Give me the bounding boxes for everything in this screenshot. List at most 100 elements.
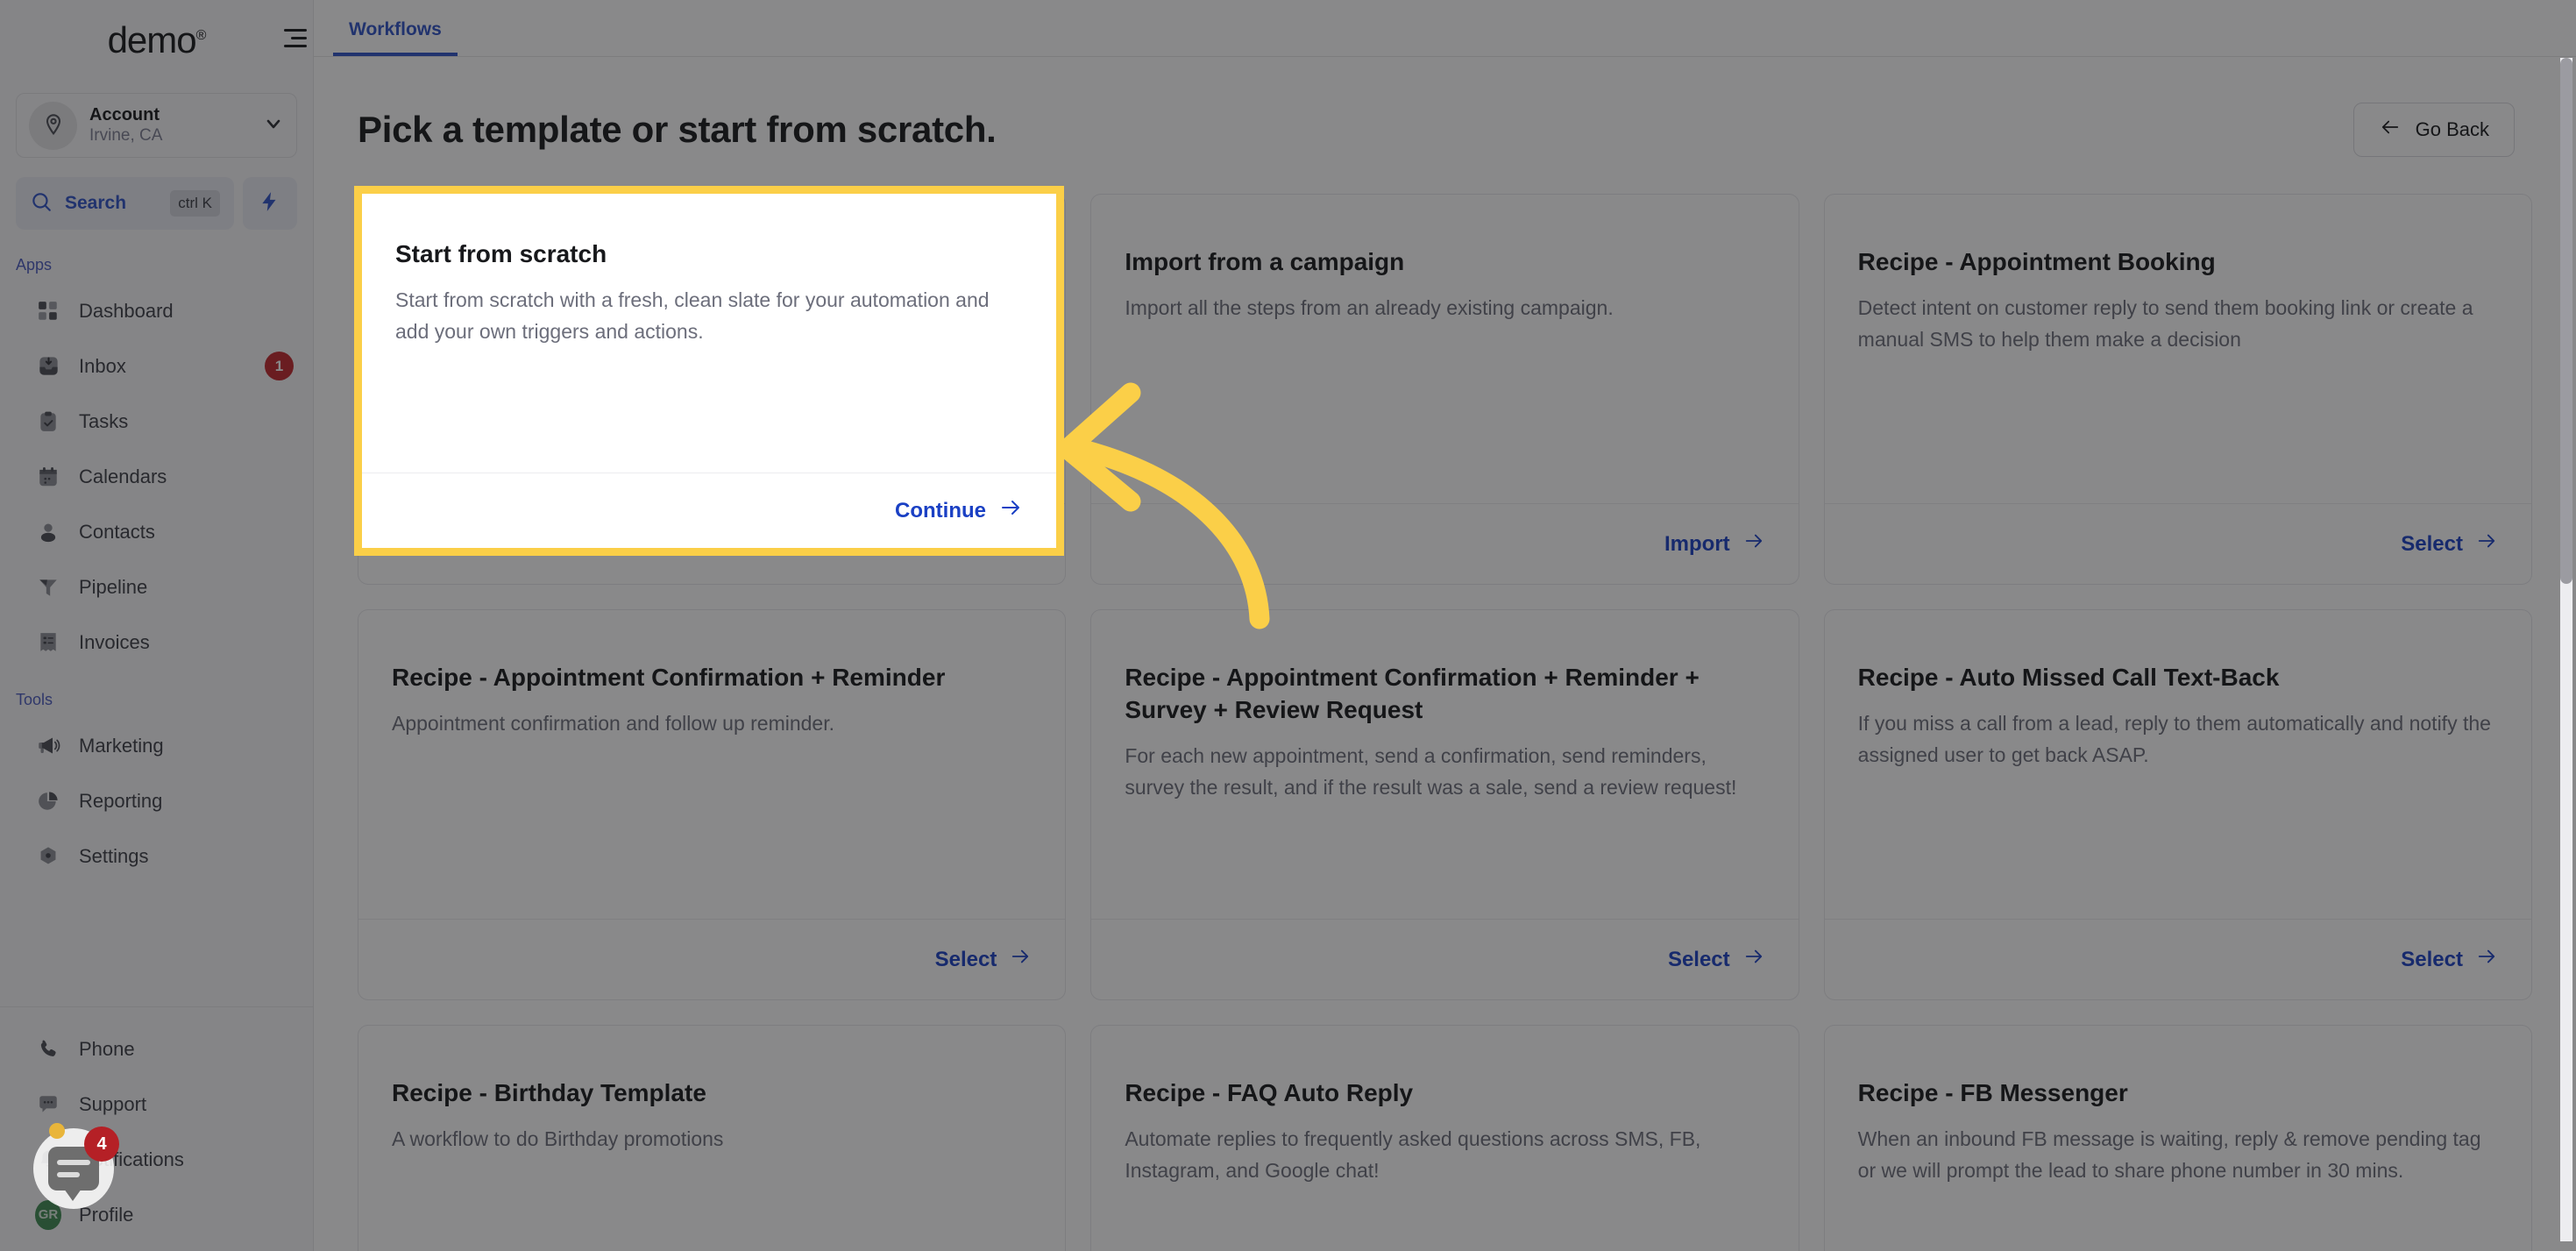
template-card-recipe-birthday-template[interactable]: Recipe - Birthday Template A workflow to… [358, 1025, 1067, 1251]
search-shortcut: ctrl K [170, 190, 220, 217]
template-card-import-from-a-campaign[interactable]: Import from a campaign Import all the st… [1090, 194, 1799, 585]
template-card-description: Detect intent on customer reply to send … [1857, 296, 2473, 351]
template-card-description: Appointment confirmation and follow up r… [392, 712, 835, 736]
template-card-title: Start from scratch [395, 240, 607, 267]
template-card-description: Import all the steps from an already exi… [1125, 296, 1614, 320]
template-card-title: Recipe - FAQ Auto Reply [1125, 1079, 1414, 1106]
arrow-right-icon [2475, 531, 2498, 557]
template-card-action-label: Select [1667, 947, 1730, 971]
sidebar-item-settings[interactable]: Settings [0, 828, 313, 884]
sidebar: demo® Account Irvine, CA Search ctrl K A… [0, 0, 314, 1251]
chat-status-dot [49, 1123, 65, 1139]
template-card-description: Automate replies to frequently asked que… [1125, 1127, 1701, 1182]
sidebar-item-label: Tasks [79, 409, 129, 432]
template-card-title: Recipe - Appointment Confirmation + Remi… [392, 664, 946, 691]
sidebar-item-dashboard[interactable]: Dashboard [0, 283, 313, 338]
template-card-recipe-appointment-confirmation-reminder[interactable]: Recipe - Appointment Confirmation + Remi… [358, 609, 1067, 1000]
template-card-body: Start from scratch Start from scratch wi… [362, 194, 1056, 473]
template-card-recipe-appointment-booking[interactable]: Recipe - Appointment Booking Detect inte… [1823, 194, 2532, 585]
arrow-left-icon [2379, 117, 2402, 142]
sidebar-item-invoices[interactable]: Invoices [0, 615, 313, 670]
vertical-scrollbar[interactable] [2560, 58, 2572, 1241]
scrollbar-thumb[interactable] [2560, 58, 2572, 584]
arrow-right-icon [998, 497, 1023, 524]
brand-logo: demo® [108, 19, 207, 61]
template-card-recipe-fb-messenger[interactable]: Recipe - FB Messenger When an inbound FB… [1823, 1025, 2532, 1251]
template-card-body: Recipe - FAQ Auto Reply Automate replies… [1091, 1026, 1798, 1251]
go-back-button[interactable]: Go Back [2352, 103, 2515, 157]
brand-row: demo® [0, 0, 313, 81]
sidebar-item-tasks[interactable]: Tasks [0, 394, 313, 449]
search-row: Search ctrl K [16, 177, 297, 230]
search-icon [30, 190, 53, 217]
sidebar-item-label: Reporting [79, 789, 163, 812]
app-root: demo® Account Irvine, CA Search ctrl K A… [0, 0, 2576, 1251]
sidebar-item-label: Profile [79, 1203, 134, 1226]
sidebar-item-support[interactable]: Support [0, 1077, 313, 1132]
invoice-list-icon [35, 629, 61, 656]
arrow-right-icon [1742, 947, 1765, 972]
go-back-label: Go Back [2415, 118, 2489, 140]
sidebar-item-label: Support [79, 1092, 147, 1115]
calendar-icon [35, 464, 61, 490]
sidebar-item-inbox[interactable]: Inbox 1 [0, 338, 313, 394]
lightning-bolt-icon [259, 188, 281, 219]
template-card-action[interactable]: Select [2401, 947, 2498, 972]
template-card-title: Recipe - Appointment Confirmation + Remi… [1125, 664, 1700, 724]
sidebar-item-reporting[interactable]: Reporting [0, 773, 313, 828]
nav-group-label-tools: Tools [16, 691, 53, 708]
search-label: Search [65, 193, 127, 213]
clipboard-check-icon [35, 409, 61, 435]
arrow-right-icon [1009, 947, 1032, 972]
hamburger-menu-icon[interactable] [284, 29, 307, 47]
sidebar-item-marketing[interactable]: Marketing [0, 718, 313, 773]
template-card-action[interactable]: Select [1668, 947, 1765, 972]
sidebar-bottom-nav: Phone Support Notifications GR Profile [0, 1006, 313, 1251]
template-card-action-label: Import [1664, 531, 1730, 556]
chat-widget-launcher[interactable]: 4 [33, 1123, 119, 1209]
search-input[interactable]: Search ctrl K [16, 177, 234, 230]
template-card-action[interactable]: Select [935, 947, 1033, 972]
template-card-body: Recipe - FB Messenger When an inbound FB… [1825, 1026, 2531, 1251]
account-switcher[interactable]: Account Irvine, CA [16, 93, 297, 158]
sidebar-item-label: Settings [79, 844, 149, 867]
template-card-action[interactable]: Select [2401, 531, 2498, 557]
sidebar-item-label: Dashboard [79, 299, 174, 322]
continue-button[interactable]: Continue [895, 497, 1023, 524]
template-card-title: Recipe - Appointment Booking [1857, 248, 2216, 275]
quick-action-button[interactable] [243, 177, 297, 230]
sidebar-item-pipeline[interactable]: Pipeline [0, 559, 313, 615]
template-card-footer: Select [358, 919, 1066, 999]
template-card-action-label: Select [934, 947, 997, 971]
sidebar-item-phone[interactable]: Phone [0, 1021, 313, 1077]
template-card-recipe-faq-auto-reply[interactable]: Recipe - FAQ Auto Reply Automate replies… [1090, 1025, 1799, 1251]
account-name: Account [89, 104, 160, 124]
inbox-icon [35, 353, 61, 380]
chevron-down-icon[interactable] [263, 113, 284, 139]
sidebar-item-calendars[interactable]: Calendars [0, 449, 313, 504]
sidebar-item-contacts[interactable]: Contacts [0, 504, 313, 559]
account-text: Account Irvine, CA [89, 105, 251, 146]
page-title: Pick a template or start from scratch. [358, 109, 997, 150]
template-card-title: Recipe - Birthday Template [392, 1079, 706, 1106]
megaphone-icon [35, 733, 61, 759]
template-card-description: For each new appointment, send a confirm… [1125, 744, 1737, 800]
template-card-action-label: Select [2401, 531, 2463, 556]
sidebar-nav: Apps Dashboard Inbox 1 Tasks Calendars C… [0, 230, 313, 1006]
arrow-right-icon [1742, 531, 1765, 557]
template-card-recipe-appointment-confirmation-reminder-survey-review[interactable]: Recipe - Appointment Confirmation + Remi… [1090, 609, 1799, 1000]
template-card-body: Recipe - Appointment Booking Detect inte… [1825, 195, 2531, 503]
sidebar-item-label: Phone [79, 1037, 135, 1060]
tab-workflows[interactable]: Workflows [333, 19, 458, 56]
template-card-action[interactable]: Import [1664, 531, 1765, 557]
highlighted-template-card-start-from-scratch[interactable]: Start from scratch Start from scratch wi… [354, 186, 1064, 556]
inbox-badge: 1 [265, 352, 294, 380]
template-card-body: Recipe - Appointment Confirmation + Remi… [1091, 610, 1798, 919]
sidebar-item-label: Inbox [79, 354, 126, 377]
topbar: Workflows [284, 0, 2576, 57]
template-card-footer: Select [1824, 919, 2531, 999]
sidebar-item-label: Calendars [79, 465, 167, 487]
template-card-body: Recipe - Auto Missed Call Text-Back If y… [1825, 610, 2531, 919]
template-card-body: Recipe - Birthday Template A workflow to… [358, 1026, 1065, 1251]
template-card-recipe-auto-missed-call-text-back[interactable]: Recipe - Auto Missed Call Text-Back If y… [1823, 609, 2532, 1000]
